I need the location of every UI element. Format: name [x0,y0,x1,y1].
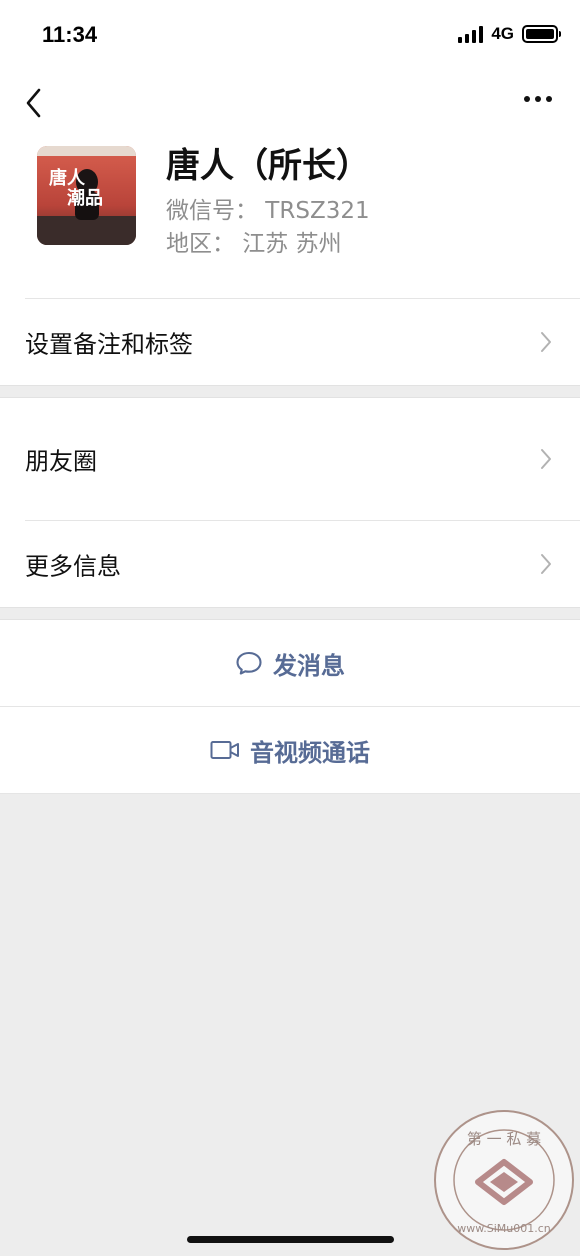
section-gap [0,385,580,398]
seal-bottom-text: www.SiMu001.cn [457,1222,551,1235]
more-info-label: 更多信息 [25,552,121,581]
more-button[interactable] [524,96,552,102]
more-dot [546,96,552,102]
seal-logo: 第 一 私 募 www.SiMu001.cn [434,1110,574,1250]
status-time: 11:34 [42,22,98,47]
profile-name: 唐人（所长） [166,146,370,186]
chevron-right-icon [541,554,551,574]
more-info-row[interactable]: 更多信息 [0,521,580,607]
actions-section: 发消息 音视频通话 [0,620,580,794]
more-dot [524,96,530,102]
info-section: 朋友圈 更多信息 [0,398,580,607]
avatar-image: 唐人 潮品 [37,146,136,245]
chevron-right-icon [541,449,551,469]
wechat-id: 微信号： TRSZ321 [166,198,370,224]
chat-bubble-icon [236,651,262,675]
seal-top-text: 第 一 私 募 [467,1130,541,1148]
status-indicators: 4G [458,24,561,44]
status-bar: 11:34 4G [0,0,580,70]
remarks-tags-label: 设置备注和标签 [25,330,193,359]
video-call-label: 音视频通话 [250,738,370,767]
section-gap [0,607,580,620]
remarks-tags-row[interactable]: 设置备注和标签 [0,299,580,385]
more-dot [535,96,541,102]
moments-row[interactable]: 朋友圈 [0,398,580,520]
avatar-text-bottom: 潮品 [67,188,103,209]
send-message-button[interactable]: 发消息 [0,620,580,706]
back-button[interactable] [22,86,48,120]
moments-label: 朋友圈 [25,447,97,476]
watermark-seal: 第 一 私 募 www.SiMu001.cn [432,1108,576,1252]
avatar[interactable]: 唐人 潮品 [37,146,136,245]
divider [0,793,580,794]
battery-icon [522,25,561,43]
chevron-left-icon [26,88,41,118]
home-indicator[interactable] [187,1236,394,1243]
region: 地区： 江苏 苏州 [166,231,342,257]
chevron-right-icon [541,332,551,352]
nav-bar [0,70,580,135]
video-camera-icon [210,741,239,759]
signal-icon [458,25,484,43]
send-message-label: 发消息 [273,651,345,680]
battery-fill [526,29,554,39]
video-call-button[interactable]: 音视频通话 [0,707,580,793]
header-area: 11:34 4G 唐人 潮品 唐人（所长） 微信号： TRSZ321 地区： 江… [0,0,580,385]
avatar-text-top: 唐人 [49,167,86,189]
profile-card: 唐人 潮品 唐人（所长） 微信号： TRSZ321 地区： 江苏 苏州 [0,135,580,298]
network-type: 4G [491,24,514,43]
